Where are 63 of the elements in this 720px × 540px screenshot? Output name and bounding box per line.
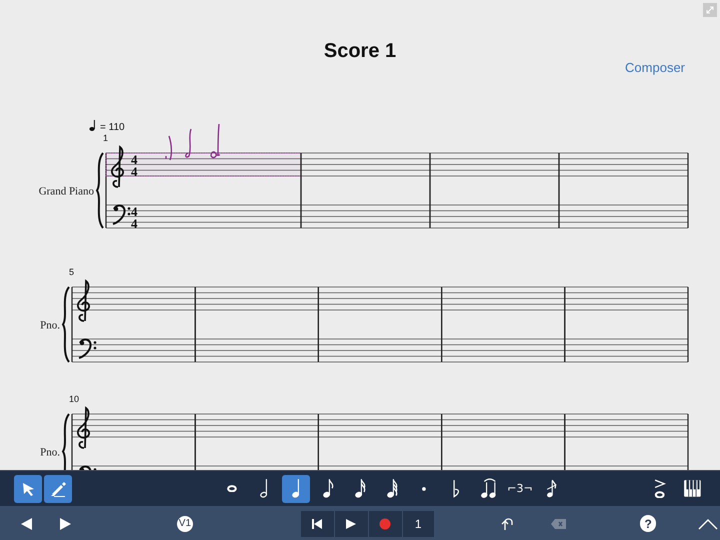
brace-icon (62, 413, 70, 470)
triangle-icon (59, 516, 74, 530)
bass-clef-icon (78, 466, 96, 470)
bass-clef-icon (112, 204, 130, 225)
accent-icon (654, 478, 666, 498)
treble-clef-icon (76, 280, 90, 322)
staff-measure[interactable] (558, 152, 689, 228)
help-button[interactable]: ? (640, 515, 656, 532)
staff-measure[interactable] (564, 414, 689, 470)
composer-text: Composer (625, 60, 685, 75)
measure-number: 1 (103, 133, 108, 143)
triangle-icon (344, 516, 358, 530)
sixteenth-icon (354, 478, 366, 499)
instrument-name: Pno. (40, 446, 60, 458)
thirtysecond-icon (386, 478, 398, 499)
rewind-button[interactable] (300, 510, 335, 536)
staff-measure[interactable] (429, 152, 560, 228)
measure-number: 10 (69, 394, 80, 404)
record-icon (379, 518, 392, 530)
instrument-name: Pno. (40, 320, 60, 332)
bass-clef-icon (78, 338, 96, 359)
quarter-button[interactable] (282, 474, 310, 502)
handwriting-drawing (165, 123, 221, 161)
staff-measure[interactable] (441, 414, 566, 470)
staff-measure[interactable] (318, 286, 442, 362)
staff-measure[interactable] (564, 286, 689, 362)
treble-clef-icon (76, 407, 90, 449)
select-tool-button[interactable] (14, 474, 42, 502)
rewind-icon (311, 518, 324, 530)
tempo-marking: = 110 (100, 122, 125, 133)
brace-icon (62, 286, 70, 363)
flat-icon (452, 479, 460, 498)
staff-measure[interactable] (194, 286, 319, 362)
staff-measure[interactable] (71, 414, 196, 470)
staff-measure[interactable] (318, 414, 442, 470)
triangle-icon (18, 516, 33, 530)
staff-measure[interactable] (71, 286, 196, 362)
voice-button[interactable]: V1 (177, 516, 193, 532)
score-title: Score 1 (324, 40, 396, 63)
measure-counter[interactable]: 1 (402, 510, 435, 536)
dot-icon (421, 486, 427, 492)
keyboard-icon (682, 479, 702, 498)
treble-clef-icon (110, 146, 124, 188)
staff-measure[interactable] (441, 286, 566, 362)
staff-measure[interactable] (105, 152, 302, 228)
brace-icon (96, 152, 104, 229)
staff-measure[interactable] (194, 414, 319, 470)
staff-measure[interactable] (300, 152, 431, 228)
eighth-icon (322, 478, 334, 499)
half-icon (259, 478, 269, 499)
whole-icon (227, 484, 237, 492)
quarter-note-icon (89, 120, 95, 131)
instrument-name: Grand Piano (38, 186, 94, 198)
delete-icon (551, 518, 568, 530)
measure-number: 5 (69, 267, 74, 277)
quarter-icon (291, 478, 301, 499)
tie-icon (480, 478, 496, 500)
caret-up-icon (698, 518, 718, 530)
play-button[interactable] (334, 510, 369, 536)
pen-tool-button[interactable] (44, 474, 72, 502)
tuplet-button[interactable]: ⌐3¬ (506, 474, 534, 502)
grace-icon (546, 478, 558, 498)
undo-icon (500, 516, 514, 532)
